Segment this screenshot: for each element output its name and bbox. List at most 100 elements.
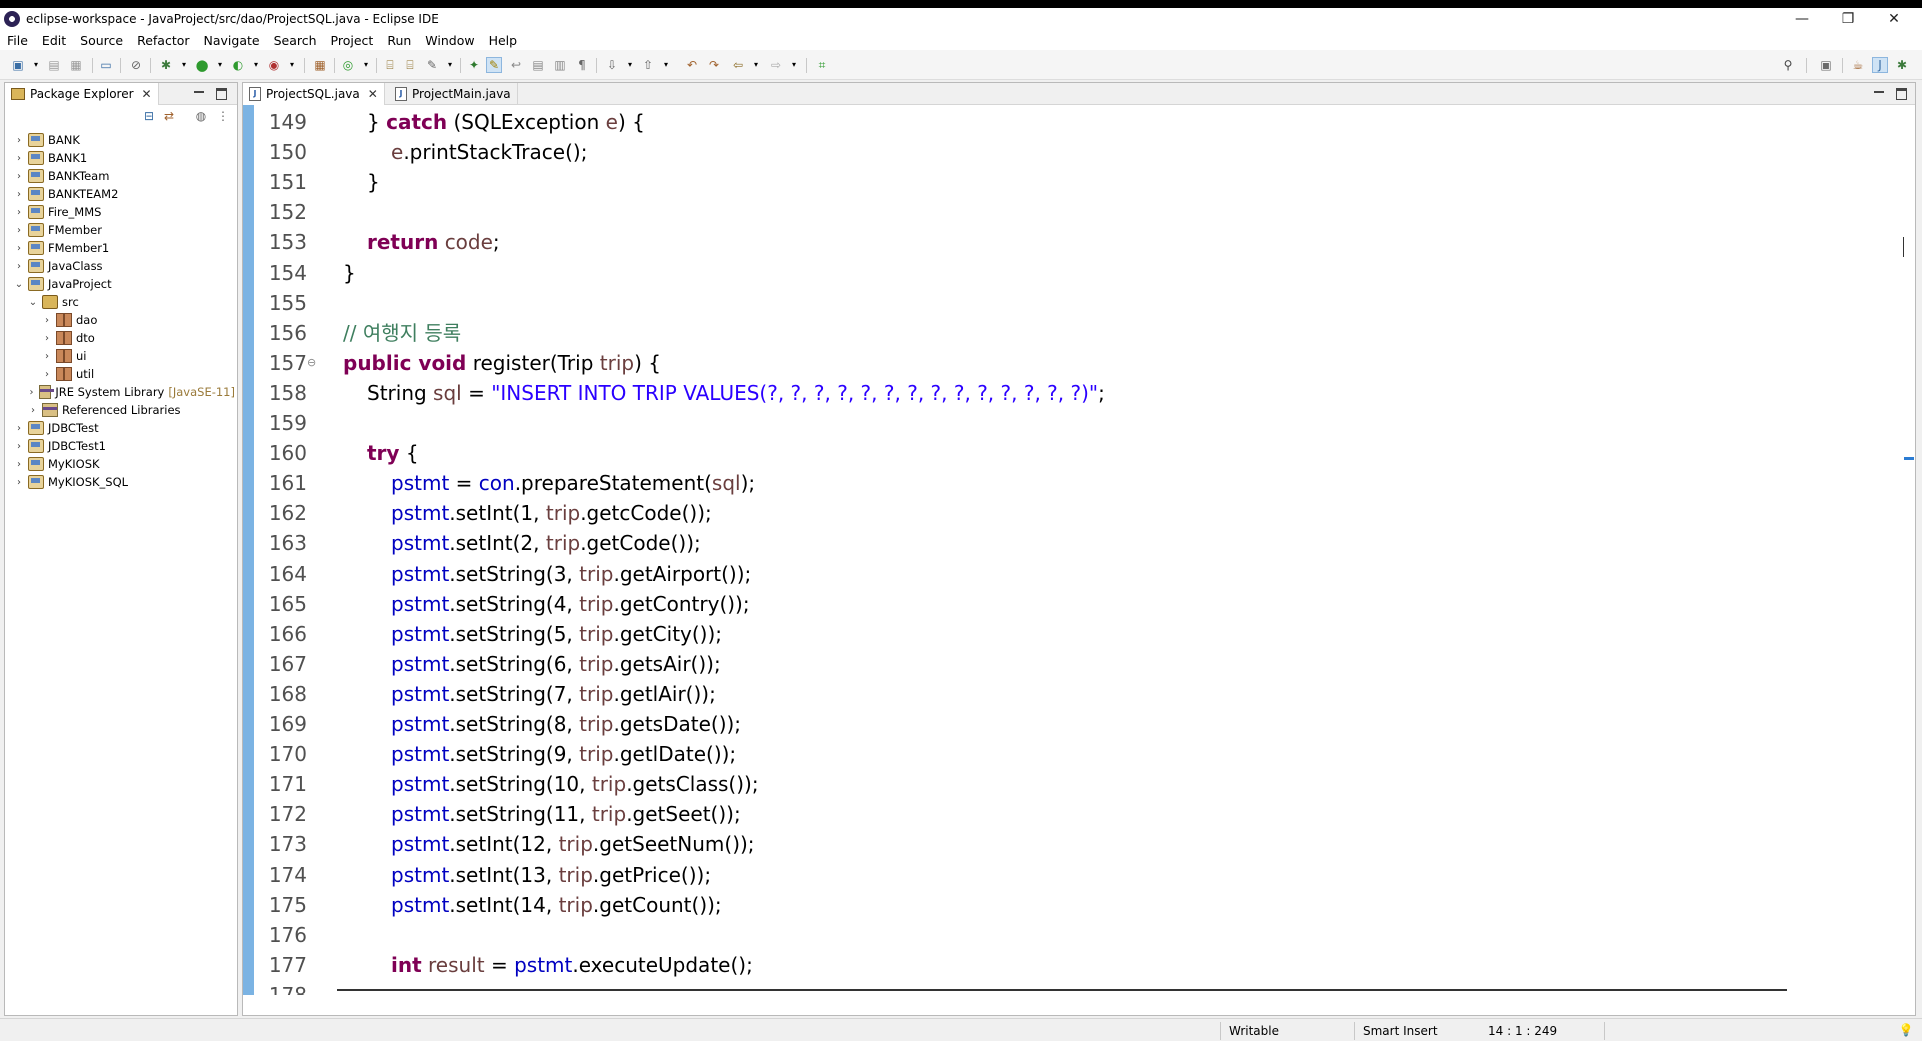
dropdown-icon[interactable]: ▾ [28, 57, 44, 73]
link-with-editor-icon[interactable]: ⇄ [161, 108, 177, 124]
tree-item-bankteam2[interactable]: › BANKTEAM2 [13, 185, 235, 203]
chevron-right-icon[interactable]: › [41, 314, 53, 326]
forward-icon[interactable]: ⇨ [768, 57, 784, 73]
tree-item-bank1[interactable]: › BANK1 [13, 149, 235, 167]
external-tools-dropdown-icon[interactable]: ▾ [284, 57, 300, 73]
package-explorer-tab[interactable]: Package Explorer ✕ [5, 83, 159, 105]
chevron-right-icon[interactable]: › [41, 368, 53, 380]
code-line[interactable]: 177 int result = pstmt.executeUpdate(); [243, 950, 1893, 980]
tree-item-mykiosk[interactable]: › MyKIOSK [13, 455, 235, 473]
run-icon[interactable]: ● [194, 57, 210, 73]
menu-window[interactable]: Window [418, 33, 481, 48]
next-annotation-dropdown-icon[interactable]: ▾ [622, 57, 638, 73]
debug-perspective-icon[interactable]: ✱ [1894, 57, 1910, 73]
last-edit-location-icon[interactable]: ↶ [684, 57, 700, 73]
tree-item-src[interactable]: ⌄ src [13, 293, 235, 311]
close-tab-icon[interactable]: ✕ [368, 87, 378, 101]
open-perspective-icon[interactable]: ▣ [1818, 57, 1834, 73]
tree-item-bank[interactable]: › BANK [13, 131, 235, 149]
back-dropdown-icon[interactable]: ▾ [748, 57, 764, 73]
chevron-right-icon[interactable]: › [13, 188, 25, 200]
tree-item-mykiosk-sql[interactable]: › MyKIOSK_SQL [13, 473, 235, 491]
tree-item-util[interactable]: › util [13, 365, 235, 383]
java-perspective-icon[interactable]: J [1872, 57, 1888, 73]
chevron-right-icon[interactable]: › [13, 242, 25, 254]
code-line[interactable]: 166 pstmt.setString(5, trip.getCity()); [243, 619, 1893, 649]
tree-item-jdbctest[interactable]: › JDBCTest [13, 419, 235, 437]
tree-item-dao[interactable]: › dao [13, 311, 235, 329]
tree-item-dto[interactable]: › dto [13, 329, 235, 347]
new-java-project-icon[interactable]: ▦ [312, 57, 328, 73]
previous-annotation-dropdown-icon[interactable]: ▾ [658, 57, 674, 73]
restore-button[interactable]: ❐ [1826, 8, 1870, 30]
search-icon[interactable]: ⚲ [1780, 57, 1796, 73]
show-whitespace-characters-icon[interactable]: ¶ [574, 57, 590, 73]
code-line[interactable]: 169 pstmt.setString(8, trip.getsDate()); [243, 709, 1893, 739]
maximize-editor-icon[interactable] [1895, 87, 1907, 100]
horizontal-scrollbar[interactable] [337, 989, 1787, 991]
code-line[interactable]: 163 pstmt.setInt(2, trip.getCode()); [243, 528, 1893, 558]
save-all-icon[interactable]: ▦ [68, 57, 84, 73]
debug-dropdown-icon[interactable]: ▾ [176, 57, 192, 73]
coverage-dropdown-icon[interactable]: ▾ [248, 57, 264, 73]
code-line[interactable]: 178 [243, 980, 1893, 995]
chevron-right-icon[interactable]: › [13, 260, 25, 272]
tree-item-fire-mms[interactable]: › Fire_MMS [13, 203, 235, 221]
new-class-icon[interactable]: ◎ [340, 57, 356, 73]
code-line[interactable]: 159 [243, 408, 1893, 438]
chevron-right-icon[interactable]: › [13, 206, 25, 218]
chevron-right-icon[interactable]: › [13, 440, 25, 452]
code-line[interactable]: 174 pstmt.setInt(13, trip.getPrice()); [243, 860, 1893, 890]
new-icon[interactable]: ▣ [10, 57, 26, 73]
view-menu-icon[interactable]: ⋮ [215, 108, 231, 124]
code-line[interactable]: 170 pstmt.setString(9, trip.getlDate()); [243, 739, 1893, 769]
back-icon[interactable]: ⇦ [730, 57, 746, 73]
pin-editor-icon[interactable]: ⌗ [814, 57, 830, 73]
chevron-right-icon[interactable]: › [13, 422, 25, 434]
tree-item-javaproject[interactable]: ⌄ JavaProject [13, 275, 235, 293]
code-line[interactable]: 173 pstmt.setInt(12, trip.getSeetNum()); [243, 829, 1893, 859]
menu-refactor[interactable]: Refactor [130, 33, 196, 48]
close-icon[interactable]: ✕ [142, 87, 152, 101]
chevron-right-icon[interactable]: › [13, 170, 25, 182]
close-button[interactable]: ✕ [1872, 8, 1916, 30]
code-line[interactable]: 176 [243, 920, 1893, 950]
chevron-right-icon[interactable]: › [13, 476, 25, 488]
show-whitespace-icon[interactable]: ▥ [552, 57, 568, 73]
chevron-right-icon[interactable]: › [13, 152, 25, 164]
tree-item-bankteam[interactable]: › BANKTeam [13, 167, 235, 185]
block-selection-icon[interactable]: ▤ [530, 57, 546, 73]
menu-source[interactable]: Source [73, 33, 130, 48]
tree-item-referenced-libraries[interactable]: › Referenced Libraries [13, 401, 235, 419]
chevron-right-icon[interactable]: › [27, 404, 39, 416]
mark-occurrences-icon[interactable]: ✎ [486, 57, 502, 73]
code-line[interactable]: 168 pstmt.setString(7, trip.getlAir()); [243, 679, 1893, 709]
overview-ruler-right[interactable] [1901, 105, 1915, 995]
menu-project[interactable]: Project [324, 33, 381, 48]
tree-item-fmember1[interactable]: › FMember1 [13, 239, 235, 257]
tree-item-ui[interactable]: › ui [13, 347, 235, 365]
next-annotation-icon[interactable]: ⇩ [604, 57, 620, 73]
code-line[interactable]: 149} catch (SQLException e) { [243, 107, 1893, 137]
minimize-editor-icon[interactable] [1873, 87, 1885, 99]
search-tool-icon[interactable]: ✎ [424, 57, 440, 73]
code-line[interactable]: 155 [243, 288, 1893, 318]
search-dropdown-icon[interactable]: ▾ [442, 57, 458, 73]
coverage-icon[interactable]: ◐ [230, 57, 246, 73]
minimize-panel-icon[interactable] [193, 87, 205, 99]
java-ee-perspective-icon[interactable]: ☕ [1850, 57, 1866, 73]
forward-dropdown-icon[interactable]: ▾ [786, 57, 802, 73]
minimize-button[interactable]: — [1780, 8, 1824, 30]
chevron-right-icon[interactable]: › [27, 386, 36, 398]
code-line[interactable]: 154} [243, 258, 1893, 288]
code-line[interactable]: 156 // 여행지 등록 [243, 318, 1893, 348]
chevron-right-icon[interactable]: › [13, 458, 25, 470]
code-line[interactable]: 160 try { [243, 438, 1893, 468]
run-dropdown-icon[interactable]: ▾ [212, 57, 228, 73]
code-area[interactable]: 149} catch (SQLException e) {150 e.printS… [243, 105, 1893, 995]
chevron-down-icon[interactable]: ⌄ [27, 296, 39, 308]
code-line[interactable]: 151} [243, 167, 1893, 197]
occurrence-marker[interactable] [1904, 457, 1914, 460]
chevron-down-icon[interactable]: ⌄ [13, 278, 25, 290]
tip-lightbulb-icon[interactable]: 💡 [1898, 1022, 1914, 1038]
